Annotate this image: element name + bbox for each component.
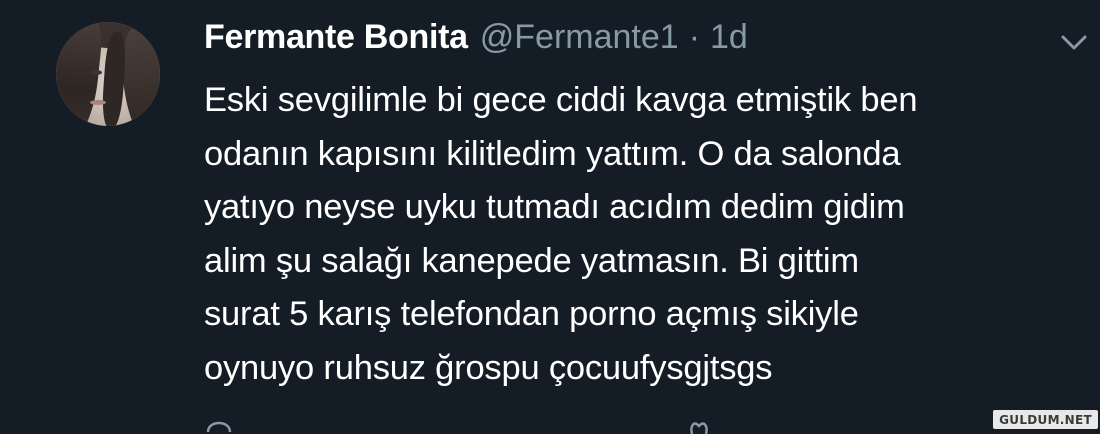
tweet-text: Eski sevgilimle bi gece ciddi kavga etmi…	[204, 74, 1084, 395]
avatar-eye	[90, 70, 102, 75]
tweet-text-line: oynuyo ruhsuz ğrospu çocuufysgjtsgs	[204, 348, 773, 387]
chevron-down-icon[interactable]	[1058, 30, 1090, 54]
tweet-card: Fermante Bonita @Fermante1 · 1d Eski sev…	[0, 0, 1100, 434]
tweet-text-line: surat 5 karış telefondan porno açmış sik…	[204, 295, 859, 333]
tweet-text-line: alim şu salağı kanepede yatmasın. Bi git…	[204, 241, 859, 280]
tweet-header: Fermante Bonita @Fermante1 · 1d	[204, 18, 748, 62]
reply-icon[interactable]	[204, 414, 234, 434]
site-watermark: GULDUM.NET	[993, 410, 1098, 429]
author-handle[interactable]: @Fermante1	[480, 18, 679, 57]
avatar[interactable]	[56, 22, 160, 126]
tweet-text-line: yatıyo neyse uyku tutmadı acıdım dedim g…	[204, 188, 905, 226]
author-display-name[interactable]: Fermante Bonita	[204, 18, 468, 57]
tweet-timestamp[interactable]: 1d	[710, 18, 748, 57]
tweet-text-line: Eski sevgilimle bi gece ciddi kavga etmi…	[204, 81, 918, 119]
header-separator: ·	[688, 18, 701, 56]
like-icon[interactable]	[684, 414, 714, 434]
tweet-action-bar	[204, 414, 1004, 434]
tweet-text-line: odanın kapısını kilitledim yattım. O da …	[204, 134, 901, 173]
avatar-lips	[90, 100, 106, 105]
